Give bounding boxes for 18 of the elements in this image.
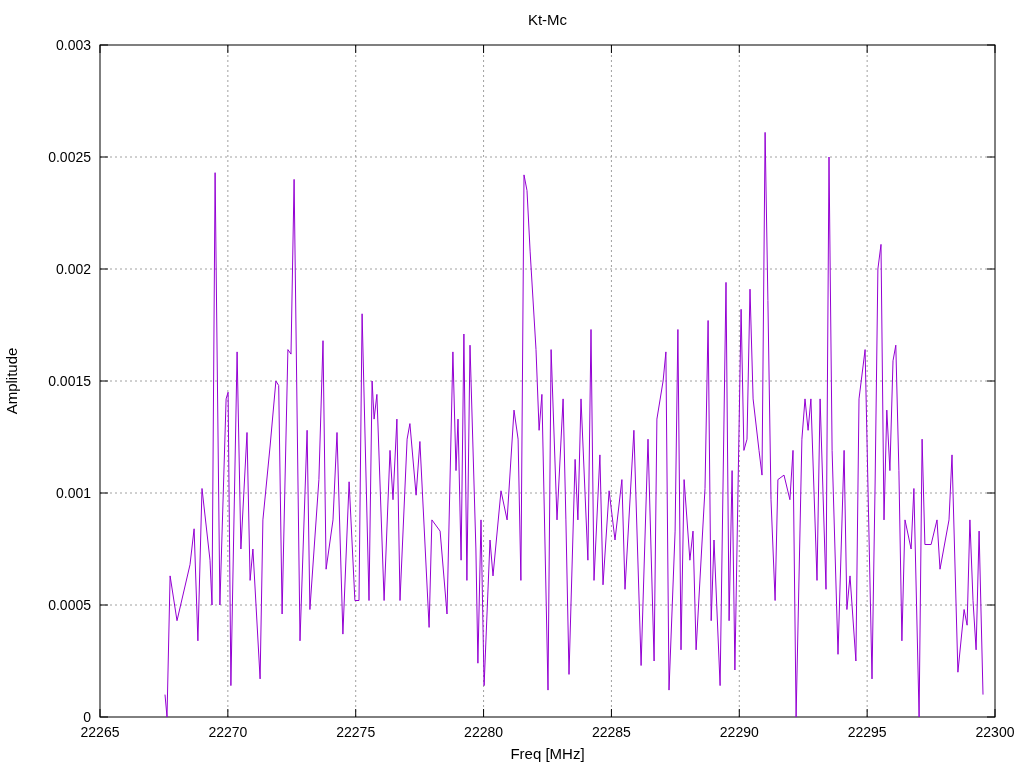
tick-label: 22275 — [336, 724, 376, 740]
tick-label: 22300 — [975, 724, 1015, 740]
tick-label: 22290 — [719, 724, 759, 740]
tick-label: 0 — [83, 709, 91, 725]
tick-label: 22265 — [80, 724, 120, 740]
axis-label: Freq [MHz] — [510, 745, 585, 762]
tick-label: 22285 — [591, 724, 631, 740]
tick-label: 22270 — [208, 724, 248, 740]
tick-label: 22280 — [464, 724, 504, 740]
tick-label: 0.001 — [55, 485, 91, 501]
tick-label: 0.002 — [55, 261, 91, 277]
tick-label: 0.0015 — [48, 373, 91, 389]
tick-label: 0.0025 — [48, 149, 91, 165]
axis-label: Amplitude — [3, 347, 20, 415]
tick-label: 22295 — [847, 724, 887, 740]
tick-label: 0.0005 — [48, 597, 91, 613]
tick-label: 0.003 — [55, 37, 91, 53]
chart-title: Kt-Mc — [527, 11, 568, 28]
